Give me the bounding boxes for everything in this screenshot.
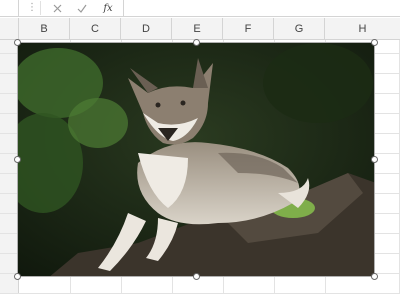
enter-icon[interactable] <box>75 1 89 15</box>
more-options-icon[interactable]: ⋮ <box>27 1 37 15</box>
formula-bar-divider <box>40 1 41 15</box>
resize-handle-bottom-left[interactable] <box>14 273 21 280</box>
column-header-f[interactable]: F <box>223 18 274 39</box>
formula-bar: ⋮ fx <box>0 0 400 17</box>
resize-handle-top-left[interactable] <box>14 39 21 46</box>
column-header-c[interactable]: C <box>70 18 121 39</box>
column-header-h[interactable]: H <box>325 18 400 39</box>
formula-input[interactable] <box>123 0 400 16</box>
resize-handle-top-right[interactable] <box>371 39 378 46</box>
resize-handle-top-center[interactable] <box>193 39 200 46</box>
column-header-b[interactable]: B <box>19 18 70 39</box>
insert-function-button[interactable]: fx <box>101 1 115 15</box>
wolf-photo <box>18 43 374 276</box>
inserted-picture[interactable] <box>17 42 375 277</box>
column-header-e[interactable]: E <box>172 18 223 39</box>
resize-handle-bottom-center[interactable] <box>193 273 200 280</box>
resize-handle-bottom-right[interactable] <box>371 273 378 280</box>
resize-handle-middle-left[interactable] <box>14 156 21 163</box>
cancel-icon[interactable] <box>50 1 64 15</box>
column-header-d[interactable]: D <box>121 18 172 39</box>
select-all-corner[interactable] <box>0 18 19 39</box>
name-box[interactable] <box>0 0 19 16</box>
column-header-g[interactable]: G <box>274 18 325 39</box>
column-headers: B C D E F G H <box>0 18 400 40</box>
resize-handle-middle-right[interactable] <box>371 156 378 163</box>
